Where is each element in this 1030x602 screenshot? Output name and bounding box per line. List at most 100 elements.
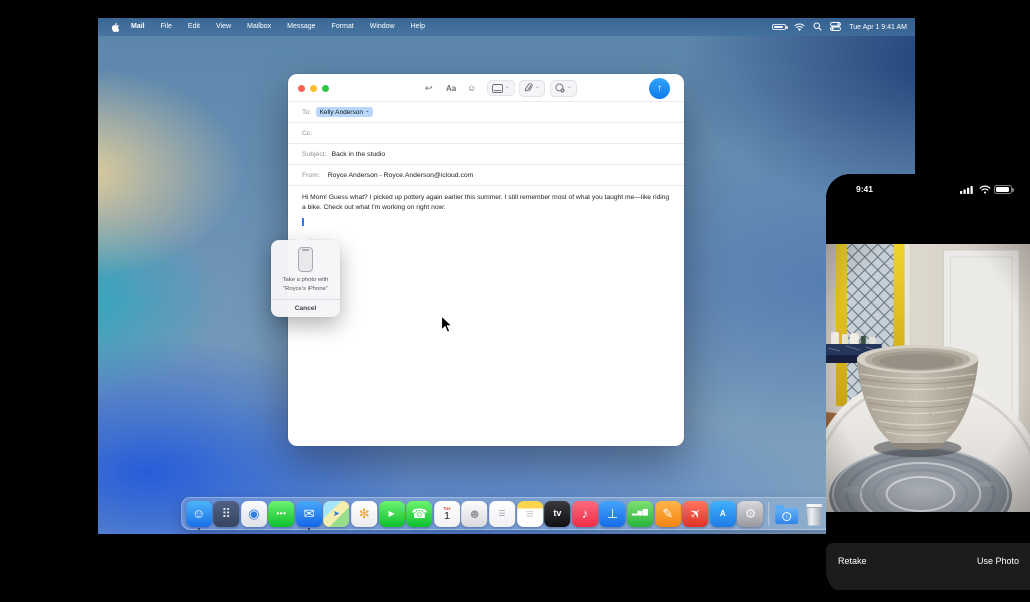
dock-notes[interactable]: ≡ [517,501,543,527]
camera-action-bar: Retake Use Photo [826,543,1030,590]
settings-icon: ⚙ [745,507,757,520]
recipient-token[interactable]: Kelly Anderson ⌄ [316,107,373,117]
dock-facetime[interactable]: ▶ [379,501,405,527]
spotlight-search-icon[interactable] [813,18,822,36]
dock-launchpad[interactable]: ⠿ [213,501,239,527]
dock-finder[interactable]: ☺ [186,501,212,527]
paperclip-icon [524,83,533,93]
recipient-name: Kelly Anderson [320,109,363,116]
photo-browser-icon [492,84,503,93]
dock-calendar[interactable]: Tue1 [434,501,460,527]
close-button[interactable] [298,85,305,92]
dock-numbers[interactable]: ▂▅▇ [627,501,653,527]
zoom-button[interactable] [322,85,329,92]
dock-appstore[interactable]: A [710,501,736,527]
apple-menu-icon[interactable] [111,23,119,32]
insert-from-device-button[interactable]: ⌄ [550,74,577,102]
control-center-icon[interactable] [830,18,841,36]
to-label: To: [302,109,311,116]
subject-field[interactable]: Subject: Back in the studio [288,144,684,165]
dock-rocket[interactable]: ✈ [682,501,708,527]
from-value: Royce Anderson - Royce.Anderson@icloud.c… [328,172,474,179]
message-body[interactable]: Hi Mom! Guess what? I picked up pottery … [302,193,674,212]
dock-contacts[interactable]: ☻ [462,501,488,527]
menu-item-edit[interactable]: Edit [180,18,208,36]
dock-messages[interactable]: ••• [268,501,294,527]
use-photo-button[interactable]: Use Photo [977,556,1019,566]
safari-icon: ◉ [248,507,259,520]
menu-item-mailbox[interactable]: Mailbox [239,18,279,36]
appletv-icon: tv [553,509,561,518]
downloads-folder-icon: ↓ [775,508,798,524]
insert-from-device-icon [555,83,565,93]
menu-item-file[interactable]: File [153,18,180,36]
format-aa-icon: Aa [446,84,456,93]
chevron-down-icon: ⌄ [535,85,540,91]
emoji-button[interactable]: ☺ [467,74,476,102]
cancel-button[interactable]: Cancel [271,300,340,317]
retake-button[interactable]: Retake [838,556,867,566]
maps-icon: ➤ [333,510,340,518]
iphone-status-icons [960,185,1012,194]
cellular-signal-icon [960,185,975,194]
dock-keynote[interactable]: ⊥ [600,501,626,527]
chevron-down-icon: ⌄ [567,85,572,91]
dock-downloads[interactable]: ↓ [774,501,800,527]
minimize-button[interactable] [310,85,317,92]
trash-icon [805,504,823,526]
dock-pages[interactable]: ✎ [655,501,681,527]
from-field[interactable]: From: Royce Anderson - Royce.Anderson@ic… [288,165,684,186]
dock-divider [768,502,769,526]
dock-appletv[interactable]: tv [544,501,570,527]
keynote-icon: ⊥ [607,507,618,520]
popover-title-line1: Take a photo with [271,276,340,285]
format-button[interactable]: Aa [446,74,456,102]
wifi-icon [979,185,991,194]
finder-icon: ☺ [192,507,205,520]
photo-browser-button[interactable]: ⌄ [487,74,515,102]
chevron-down-icon: ⌄ [505,85,510,91]
launchpad-icon: ⠿ [222,507,232,520]
emoji-icon: ☺ [467,83,476,93]
dock-mail[interactable]: ✉ [296,501,322,527]
compose-toolbar: ↩ Aa ☺ ⌄ ⌄ [288,74,684,102]
cc-field[interactable]: Cc: [288,123,684,144]
menu-item-view[interactable]: View [208,18,239,36]
wifi-icon[interactable] [794,18,805,36]
subject-label: Subject: [302,151,327,158]
menu-item-message[interactable]: Message [279,18,323,36]
dock-trash[interactable] [801,501,827,527]
dock-safari[interactable]: ◉ [241,501,267,527]
numbers-icon: ▂▅▇ [632,510,649,517]
mac-desktop: MailFileEditViewMailboxMessageFormatWind… [98,18,915,534]
menu-item-help[interactable]: Help [403,18,433,36]
iphone-icon [298,247,313,272]
music-icon: ♪ [582,507,589,520]
camera-preview-photo [826,244,1030,512]
mail-compose-window: ↩ Aa ☺ ⌄ ⌄ [288,74,684,446]
send-arrow-icon: ↑ [657,83,662,94]
chevron-down-icon: ⌄ [365,109,370,115]
send-button[interactable]: ↑ [649,78,670,99]
attach-button[interactable]: ⌄ [519,74,545,102]
dock-maps[interactable]: ➤ [324,501,350,527]
screenshot-stage: MailFileEditViewMailboxMessageFormatWind… [0,0,1030,602]
dock-settings[interactable]: ⚙ [738,501,764,527]
continuity-camera-popover: Take a photo with “Royce’s iPhone” Cance… [271,240,340,317]
rocket-icon: ✈ [687,505,704,522]
dock: ☺ ⠿ ◉ •••✉ ➤ ✻ ▶ ☎Tue1☻☰≡ tv ♪ ⊥ ▂▅▇ ✎ ✈ A ⚙ ↓ [181,497,833,530]
dock-photos[interactable]: ✻ [351,501,377,527]
dock-phone[interactable]: ☎ [406,501,432,527]
menu-item-window[interactable]: Window [362,18,403,36]
dock-music[interactable]: ♪ [572,501,598,527]
running-indicator [197,528,200,531]
battery-icon[interactable] [772,24,786,31]
to-field[interactable]: To: Kelly Anderson ⌄ [288,102,684,123]
pages-icon: ✎ [662,507,673,520]
menu-item-format[interactable]: Format [324,18,362,36]
facetime-icon: ▶ [389,510,396,518]
menu-bar-clock[interactable]: Tue Apr 1 9:41 AM [849,24,907,31]
dock-reminders[interactable]: ☰ [489,501,515,527]
undo-button[interactable]: ↩ [425,74,433,102]
menu-item-mail[interactable]: Mail [123,18,153,36]
